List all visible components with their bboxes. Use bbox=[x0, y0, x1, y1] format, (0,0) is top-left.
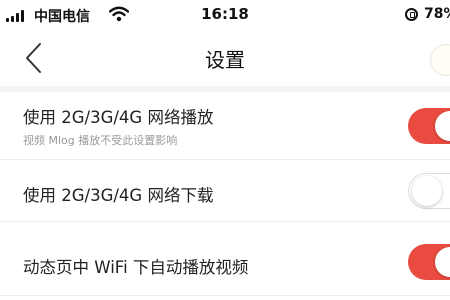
toggle-knob bbox=[435, 111, 450, 141]
battery-percentage: 78% bbox=[424, 6, 450, 22]
cellular-download-toggle[interactable] bbox=[408, 173, 450, 209]
toggle-knob bbox=[435, 247, 450, 277]
setting-row-cellular-download[interactable]: 使用 2G/3G/4G 网络下载 bbox=[0, 160, 450, 222]
setting-label: 使用 2G/3G/4G 网络下载 bbox=[23, 186, 214, 205]
page-title: 设置 bbox=[205, 48, 245, 72]
setting-label: 动态页中 WiFi 下自动播放视频 bbox=[23, 258, 249, 277]
cellular-playback-toggle[interactable] bbox=[408, 108, 450, 144]
setting-row-cellular-playback[interactable]: 使用 2G/3G/4G 网络播放 视频 Mlog 播放不受此设置影响 bbox=[0, 92, 450, 160]
setting-sublabel: 视频 Mlog 播放不受此设置影响 bbox=[23, 134, 178, 147]
toggle-knob bbox=[412, 176, 442, 206]
navigation-bar: 设置 bbox=[0, 30, 450, 84]
setting-label: 使用 2G/3G/4G 网络播放 bbox=[23, 108, 214, 127]
rotation-lock-icon bbox=[405, 8, 418, 21]
status-time: 16:18 bbox=[201, 5, 249, 23]
wifi-autoplay-toggle[interactable] bbox=[408, 244, 450, 280]
setting-row-wifi-autoplay[interactable]: 动态页中 WiFi 下自动播放视频 bbox=[0, 222, 450, 296]
status-bar: 中国电信 16:18 78% bbox=[0, 0, 450, 30]
